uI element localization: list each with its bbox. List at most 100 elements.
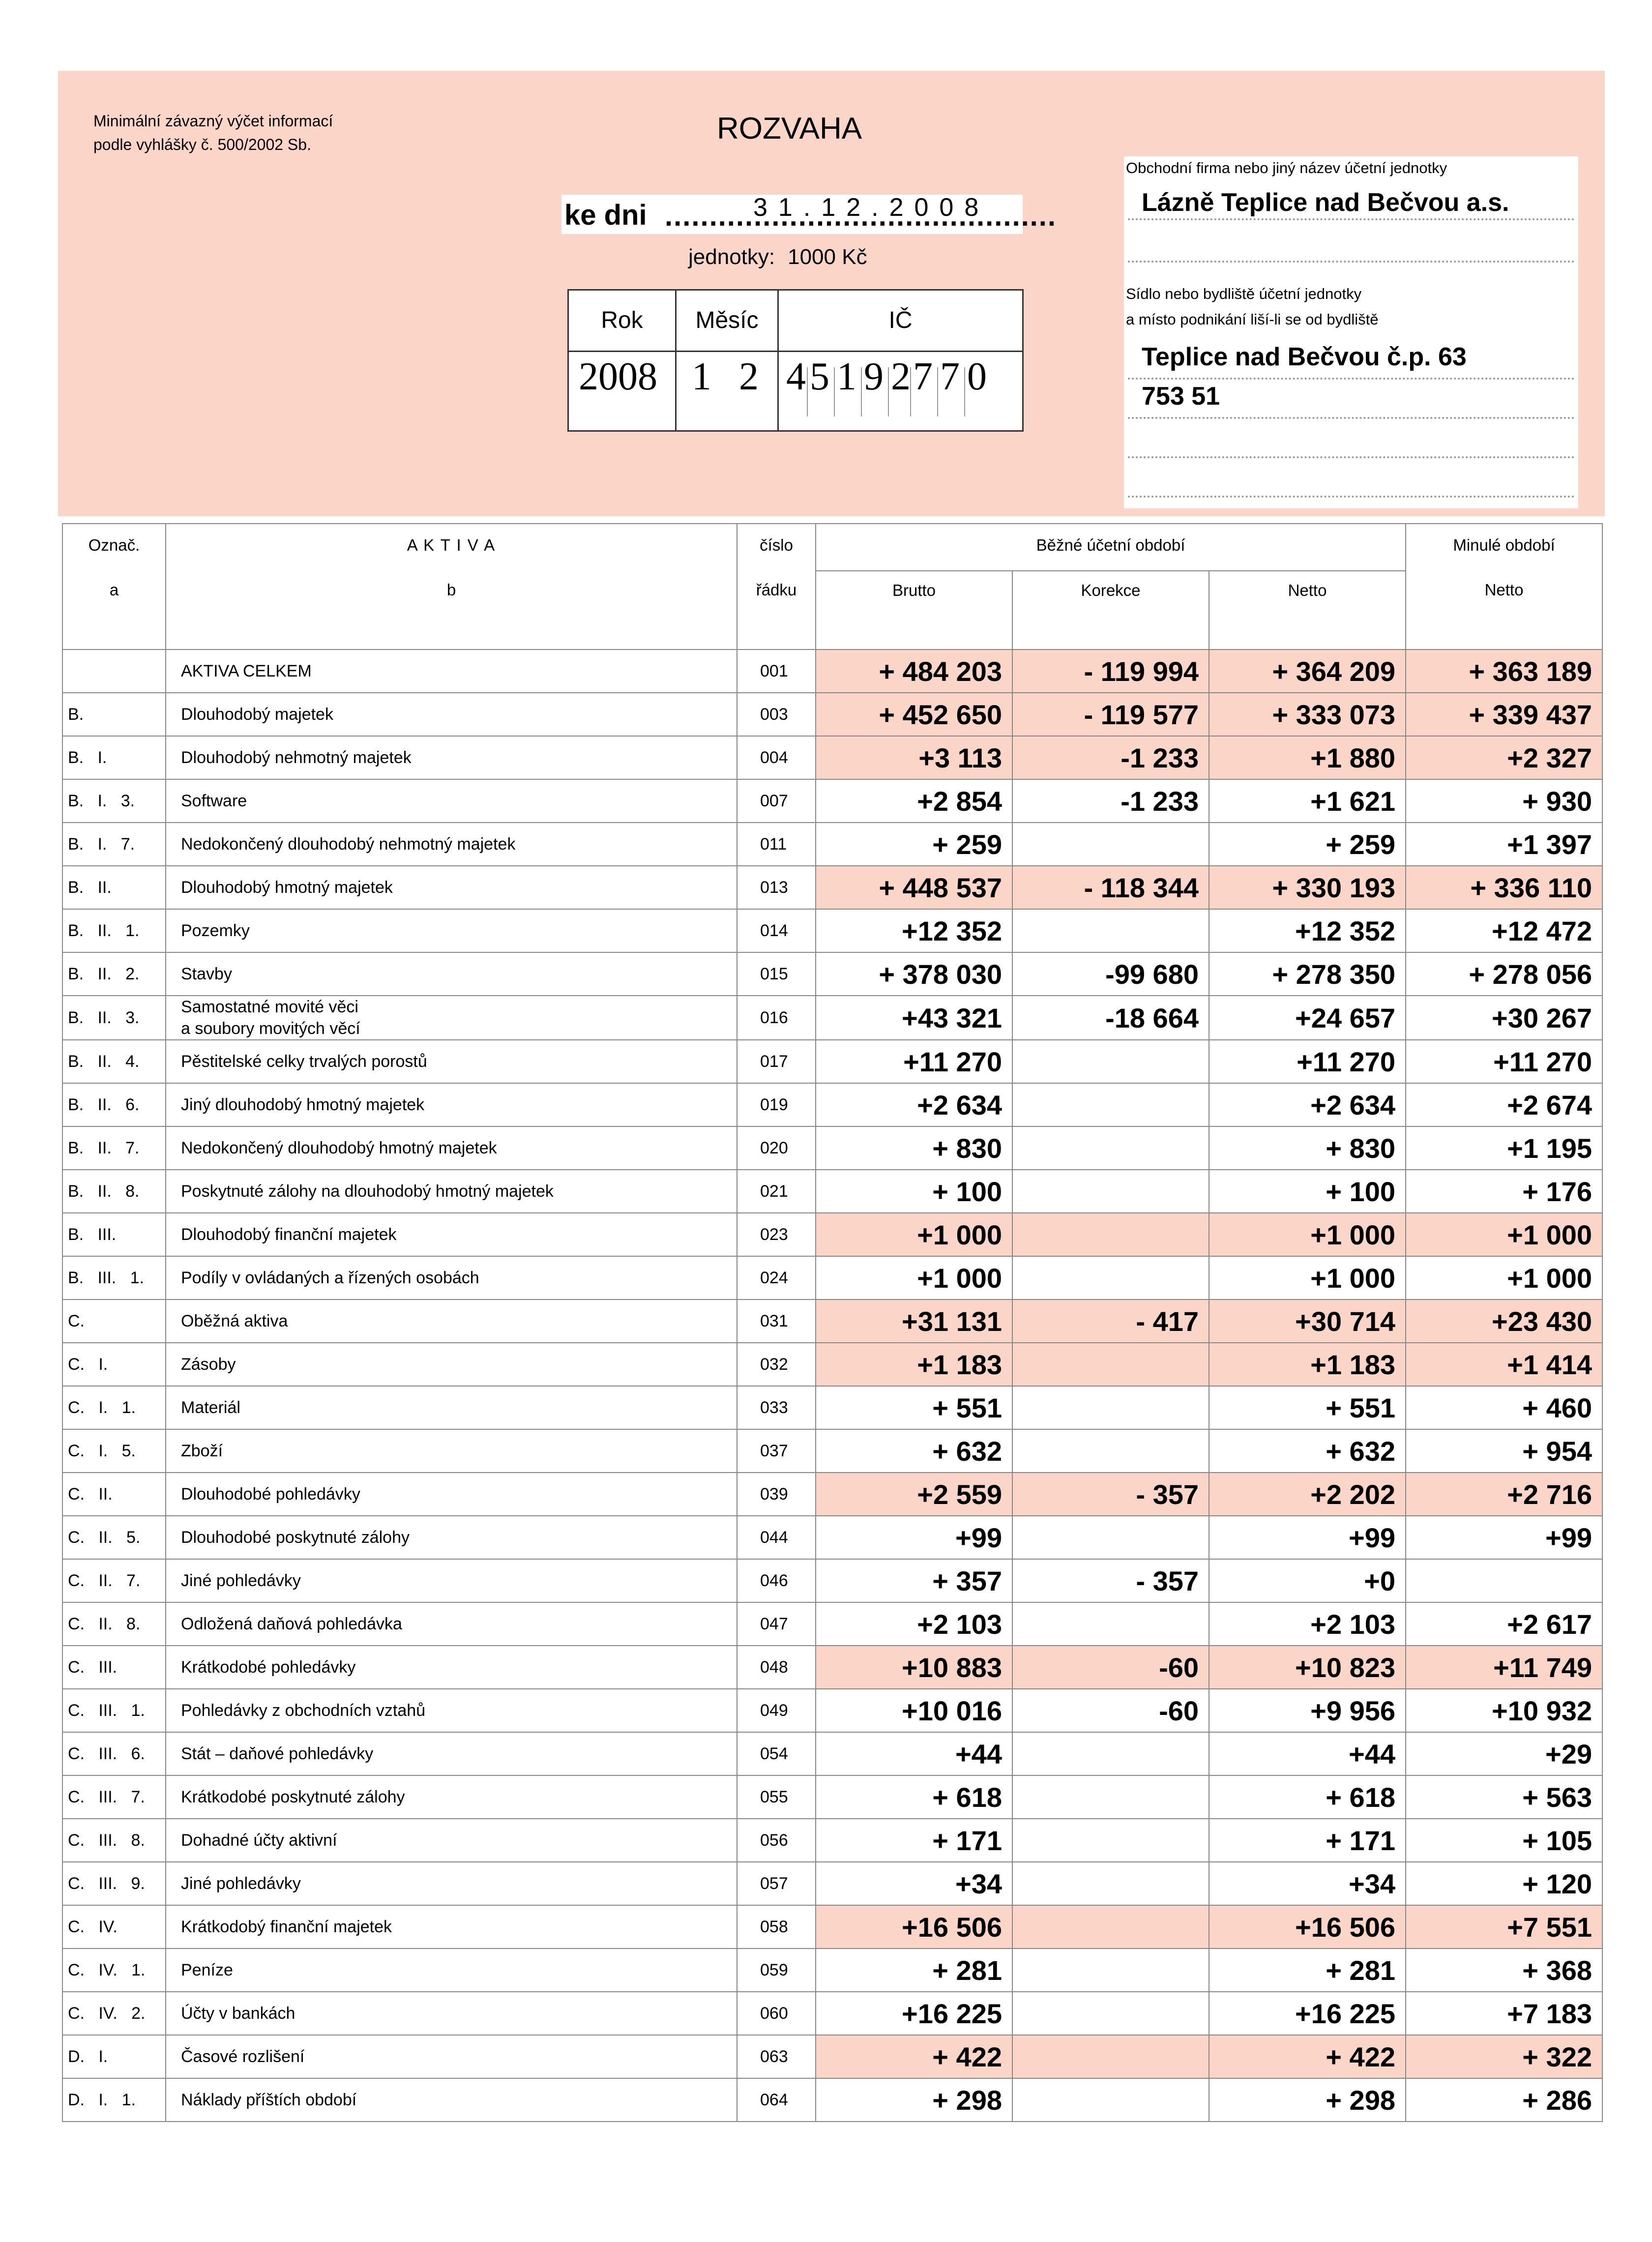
row-korekce: - 119 577 — [1012, 692, 1210, 737]
row-netto-previous: +99 — [1405, 1515, 1603, 1560]
row-netto-previous: + 368 — [1405, 1948, 1603, 1992]
address-line2: 753 51 — [1142, 382, 1220, 411]
row-code: 046 — [737, 1559, 816, 1603]
header-netto-previous: Netto — [1405, 571, 1603, 650]
ic-digit-separator — [937, 367, 938, 416]
row-netto: +34 — [1209, 1861, 1406, 1906]
row-brutto: +2 634 — [815, 1083, 1013, 1127]
row-code: 060 — [737, 1991, 816, 2036]
row-brutto: +12 352 — [815, 909, 1013, 953]
row-name: Samostatné movité věci a soubory movitýc… — [165, 995, 738, 1040]
row-mark: C. III. — [62, 1645, 166, 1689]
row-brutto: + 448 537 — [815, 865, 1013, 910]
row-netto-previous: +2 674 — [1405, 1083, 1603, 1127]
row-korekce: -60 — [1012, 1645, 1210, 1689]
row-code: 057 — [737, 1861, 816, 1906]
row-name: Stát – daňové pohledávky — [165, 1732, 738, 1776]
row-netto: + 551 — [1209, 1386, 1406, 1430]
table-row: C. I. 1. Materiál 033 + 551 + 551 + 460 — [62, 1386, 1603, 1430]
table-row: B. II. 4. Pěstitelské celky trvalých poro… — [62, 1039, 1603, 1084]
row-name: Pohledávky z obchodních vztahů — [165, 1688, 738, 1733]
row-brutto: + 830 — [815, 1126, 1013, 1170]
row-netto-previous: +1 000 — [1405, 1212, 1603, 1257]
row-mark: C. III. 1. — [62, 1688, 166, 1733]
row-code: 054 — [737, 1732, 816, 1776]
header-netto: Netto — [1209, 570, 1406, 650]
row-netto-previous: + 176 — [1405, 1169, 1603, 1213]
row-netto: +1 000 — [1209, 1256, 1406, 1300]
table-row: C. IV. 2. Účty v bankách 060 +16 225 +16 225… — [62, 1991, 1603, 2036]
row-name: AKTIVA CELKEM — [165, 649, 738, 693]
row-brutto: + 171 — [815, 1818, 1013, 1862]
row-netto: +30 714 — [1209, 1299, 1406, 1343]
row-korekce: -1 233 — [1012, 736, 1210, 780]
row-code: 058 — [737, 1905, 816, 1949]
row-netto-previous: +2 716 — [1405, 1472, 1603, 1516]
row-code: 017 — [737, 1039, 816, 1084]
row-code: 055 — [737, 1775, 816, 1819]
row-code: 047 — [737, 1602, 816, 1646]
row-brutto: + 551 — [815, 1386, 1013, 1430]
row-brutto: + 100 — [815, 1169, 1013, 1213]
row-name: Krátkodobé poskytnuté zálohy — [165, 1775, 738, 1819]
row-code: 020 — [737, 1126, 816, 1170]
row-mark: C. II. 5. — [62, 1515, 166, 1560]
row-brutto: + 259 — [815, 822, 1013, 866]
row-mark: B. II. 2. — [62, 952, 166, 996]
row-mark: B. II. — [62, 865, 166, 910]
table-row: B. II. Dlouhodobý hmotný majetek 013 + 448 … — [62, 865, 1603, 910]
row-brutto: +11 270 — [815, 1039, 1013, 1084]
row-korekce: - 357 — [1012, 1472, 1210, 1516]
header-cislo: číslo — [737, 523, 816, 571]
row-brutto: +43 321 — [815, 995, 1013, 1040]
table-row: B. II. 6. Jiný dlouhodobý hmotný majetek 0… — [62, 1083, 1603, 1127]
row-netto: +16 225 — [1209, 1991, 1406, 2036]
row-code: 014 — [737, 909, 816, 953]
identification-box: Rok Měsíc IČ 2008 1 2 45192770 — [567, 289, 1024, 432]
table-row: D. I. 1. Náklady příštích období 064 + 298 +… — [62, 2078, 1603, 2122]
row-korekce — [1012, 2078, 1210, 2122]
table-row: D. I. Časové rozlišení 063 + 422 + 422 + 322 — [62, 2035, 1603, 2079]
year-value: 2008 — [579, 355, 657, 398]
row-name: Jiné pohledávky — [165, 1559, 738, 1603]
dotted-line — [1128, 261, 1574, 263]
row-netto: +1 183 — [1209, 1342, 1406, 1386]
row-korekce: - 357 — [1012, 1559, 1210, 1603]
row-netto-previous: +1 397 — [1405, 822, 1603, 866]
table-row: B. II. 7. Nedokončený dlouhodobý hmotný m… — [62, 1126, 1603, 1170]
row-brutto: +16 225 — [815, 1991, 1013, 2036]
row-code: 015 — [737, 952, 816, 996]
row-netto: + 618 — [1209, 1775, 1406, 1819]
row-mark: B. II. 4. — [62, 1039, 166, 1084]
row-korekce — [1012, 1039, 1210, 1084]
row-mark: D. I. — [62, 2035, 166, 2079]
table-row: B. I. 7. Nedokončený dlouhodobý nehmotný … — [62, 822, 1603, 866]
table-row: C. II. 8. Odložená daňová pohledávka 047 +2… — [62, 1602, 1603, 1646]
row-code: 031 — [737, 1299, 816, 1343]
row-name: Nedokončený dlouhodobý hmotný majetek — [165, 1126, 738, 1170]
row-mark: C. I. — [62, 1342, 166, 1386]
row-netto-previous: + 278 056 — [1405, 952, 1603, 996]
firm-name-label: Obchodní firma nebo jiný název účetní je… — [1126, 159, 1447, 177]
row-mark: C. IV. 1. — [62, 1948, 166, 1992]
table-row: B. III. Dlouhodobý finanční majetek 023 +1 … — [62, 1212, 1603, 1257]
row-code: 016 — [737, 995, 816, 1040]
row-code: 019 — [737, 1083, 816, 1127]
table-row: C. II. 5. Dlouhodobé poskytnuté zálohy 044… — [62, 1515, 1603, 1560]
ic-digit-separator — [964, 367, 965, 416]
header-brutto: Brutto — [815, 570, 1013, 650]
document-title: ROZVAHA — [717, 112, 862, 146]
address-line1: Teplice nad Bečvou č.p. 63 — [1142, 343, 1467, 371]
row-code: 049 — [737, 1688, 816, 1733]
row-name: Zásoby — [165, 1342, 738, 1386]
row-mark: B. III. 1. — [62, 1256, 166, 1300]
row-code: 048 — [737, 1645, 816, 1689]
row-netto-previous: +30 267 — [1405, 995, 1603, 1040]
row-mark: D. I. 1. — [62, 2078, 166, 2122]
row-brutto: +31 131 — [815, 1299, 1013, 1343]
row-korekce — [1012, 1818, 1210, 1862]
row-korekce — [1012, 1429, 1210, 1473]
row-netto-previous: +2 327 — [1405, 736, 1603, 780]
ic-digit-separator — [910, 367, 911, 416]
row-name: Stavby — [165, 952, 738, 996]
